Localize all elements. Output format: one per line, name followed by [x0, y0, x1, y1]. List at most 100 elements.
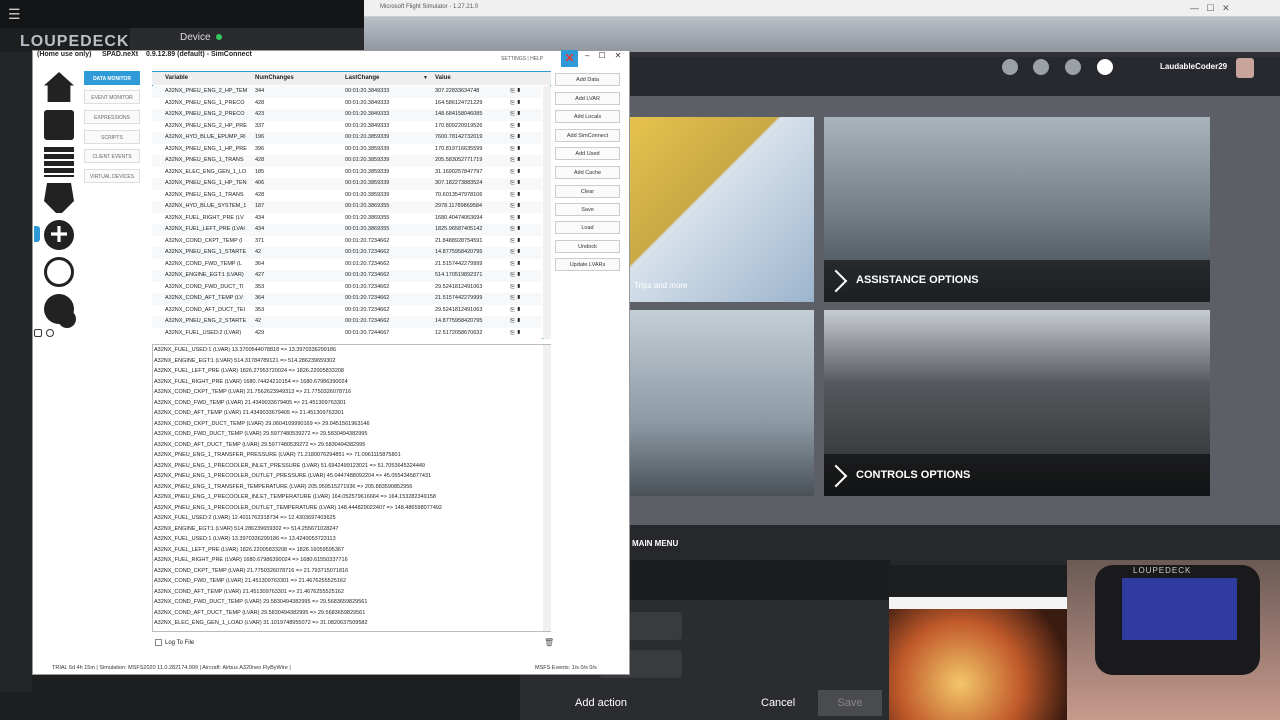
table-row[interactable]: A32NX_COND_AFT_TEMP (LV 364 00:01:20.72346…: [152, 293, 542, 305]
app-name: SPAD.neXt: [102, 51, 139, 58]
devices-icon[interactable]: [44, 147, 74, 177]
table-row[interactable]: A32NX_COND_FWD_TEMP (L 364 00:01:20.723466…: [152, 258, 542, 270]
add-data-button[interactable]: Add Data: [555, 73, 620, 86]
table-row[interactable]: A32NX_COND_CKPT_TEMP (I 371 00:01:20.72346…: [152, 235, 542, 247]
nav-virtual-devices[interactable]: VIRTUAL DEVICES: [84, 169, 140, 183]
copy-icon[interactable]: ⎘ ▮: [510, 272, 521, 279]
sync-small-icon[interactable]: [46, 329, 54, 337]
table-row[interactable]: A32NX_FUEL_LEFT_PRE (LVAI 434 00:01:20.386…: [152, 224, 542, 236]
copy-icon[interactable]: ⎘ ▮: [510, 330, 521, 337]
table-row[interactable]: A32NX_HYD_BLUE_SYSTEM_1 187 00:01:20.38693…: [152, 201, 542, 213]
save-button[interactable]: Save: [555, 203, 620, 216]
table-row[interactable]: A32NX_PNEU_ENG_2_STARTE 42 00:01:20.723466…: [152, 316, 542, 328]
copy-icon[interactable]: ⎘ ▮: [510, 238, 521, 245]
clear-button[interactable]: Clear: [555, 185, 620, 198]
grid-scrollbar[interactable]: [543, 86, 551, 339]
table-row[interactable]: A32NX_FUEL_USED:2 (LVAR) 429 00:01:20.7244…: [152, 327, 542, 339]
add-lvar-button[interactable]: Add LVAR: [555, 92, 620, 105]
table-row[interactable]: A32NX_COND_AFT_DUCT_TEI 353 00:01:20.72346…: [152, 304, 542, 316]
copy-icon[interactable]: ⎘ ▮: [510, 123, 521, 130]
aircraft-tile[interactable]: [630, 310, 814, 496]
log-line: A32NX_FUEL_USED:1 (LVAR) 13.397033629918…: [154, 536, 336, 542]
add-action-button[interactable]: Add action: [575, 697, 627, 709]
settings-help-link[interactable]: SETTINGS | HELP: [501, 56, 543, 62]
copy-icon[interactable]: ⎘ ▮: [510, 318, 521, 325]
window-controls-icon[interactable]: — ☐ ✕: [1190, 3, 1230, 14]
add-used-button[interactable]: Add Used: [555, 147, 620, 160]
col-numchanges[interactable]: NumChanges: [255, 75, 294, 81]
col-value[interactable]: Value: [435, 75, 451, 81]
save-button[interactable]: Save: [818, 690, 882, 716]
table-row[interactable]: A32NX_PNEU_ENG_1_PRECO 428 00:01:20.384933…: [152, 97, 542, 109]
copy-icon[interactable]: ⎘ ▮: [510, 169, 521, 176]
aircraft-panel-icon[interactable]: [44, 110, 74, 140]
copy-icon[interactable]: ⎘ ▮: [510, 100, 521, 107]
copy-icon[interactable]: ⎘ ▮: [510, 295, 521, 302]
table-cell: 187: [255, 203, 265, 209]
sort-desc-icon[interactable]: ▼: [423, 75, 428, 81]
add-locals-button[interactable]: Add Locals: [555, 110, 620, 123]
table-row[interactable]: A32NX_PNEU_ENG_1_STARTE 42 00:01:20.723466…: [152, 247, 542, 259]
table-row[interactable]: A32NX_HYD_BLUE_EPUMP_RI 196 00:01:20.38593…: [152, 132, 542, 144]
nav-data-monitor[interactable]: DATA MONITOR: [84, 71, 140, 85]
copy-icon[interactable]: ⎘ ▮: [510, 192, 521, 199]
nav-client-events[interactable]: CLIENT EVENTS: [84, 149, 140, 163]
msfs-titlebar: [364, 0, 1280, 17]
copy-icon[interactable]: ⎘ ▮: [510, 284, 521, 291]
log-to-file-checkbox[interactable]: [155, 639, 162, 646]
device-bar[interactable]: [130, 28, 370, 52]
copy-icon[interactable]: ⎘ ▮: [510, 249, 521, 256]
notification-icon[interactable]: [1097, 59, 1113, 75]
copy-icon[interactable]: ⎘ ▮: [510, 88, 521, 95]
copy-icon[interactable]: ⎘ ▮: [510, 180, 521, 187]
copy-icon[interactable]: ⎘ ▮: [510, 111, 521, 118]
friends-icon[interactable]: [1033, 59, 1049, 75]
table-row[interactable]: A32NX_ENGINE_EGT:1 (LVAR) 427 00:01:20.723…: [152, 270, 542, 282]
profile-icon[interactable]: [1065, 59, 1081, 75]
table-row[interactable]: A32NX_FUEL_RIGHT_PRE (LV 434 00:01:20.3869…: [152, 212, 542, 224]
cancel-button[interactable]: Cancel: [761, 697, 795, 709]
log-scrollbar[interactable]: [543, 345, 551, 631]
table-row[interactable]: A32NX_PNEU_ENG_2_PRECO 423 00:01:20.384933…: [152, 109, 542, 121]
window-controls-icon[interactable]: –☐✕: [585, 51, 630, 60]
achievements-icon[interactable]: [1002, 59, 1018, 75]
table-row[interactable]: A32NX_PNEU_ENG_2_HP_TEM 344 00:01:20.38493…: [152, 86, 542, 98]
copy-icon[interactable]: ⎘ ▮: [510, 226, 521, 233]
trash-icon[interactable]: 🗑: [544, 638, 554, 647]
undock-button[interactable]: Undock: [555, 240, 620, 253]
table-cell: A32NX_ENGINE_EGT:1 (LVAR): [165, 272, 244, 278]
col-lastchange[interactable]: LastChange: [345, 75, 379, 81]
nav-event-monitor[interactable]: EVENT MONITOR: [84, 90, 140, 104]
table-row[interactable]: A32NX_PNEU_ENG_1_HP_PRE 396 00:01:20.38593…: [152, 143, 542, 155]
table-row[interactable]: A32NX_COND_FWD_DUCT_TI 353 00:01:20.723466…: [152, 281, 542, 293]
close-red-icon[interactable]: ✕: [561, 50, 578, 67]
main-menu-label[interactable]: MAIN MENU: [632, 539, 678, 548]
add-simconnect-button[interactable]: Add SimConnect: [555, 129, 620, 142]
table-row[interactable]: A32NX_ELEC_ENG_GEN_1_LO 185 00:01:20.38593…: [152, 166, 542, 178]
save-small-icon[interactable]: [34, 329, 42, 337]
nav-expressions[interactable]: EXPRESSIONS: [84, 110, 140, 124]
table-row[interactable]: A32NX_PNEU_ENG_2_HP_PRE 337 00:01:20.38493…: [152, 120, 542, 132]
nav-scripts[interactable]: SCRIPTS: [84, 130, 140, 144]
menu-icon[interactable]: ☰: [8, 6, 21, 23]
add-cache-button[interactable]: Add Cache: [555, 166, 620, 179]
copy-icon[interactable]: ⎘ ▮: [510, 146, 521, 153]
copy-icon[interactable]: ⎘ ▮: [510, 307, 521, 314]
load-button[interactable]: Load: [555, 221, 620, 234]
table-row[interactable]: A32NX_PNEU_ENG_1_TRANS 428 00:01:20.385933…: [152, 189, 542, 201]
copy-icon[interactable]: ⎘ ▮: [510, 261, 521, 268]
table-row[interactable]: A32NX_PNEU_ENG_1_TRANS 428 00:01:20.385933…: [152, 155, 542, 167]
copy-icon[interactable]: ⎘ ▮: [510, 203, 521, 210]
table-row[interactable]: A32NX_PNEU_ENG_1_HP_TEN 406 00:01:20.38593…: [152, 178, 542, 190]
copy-icon[interactable]: ⎘ ▮: [510, 157, 521, 164]
update-lvars-button[interactable]: Update LVARs: [555, 258, 620, 271]
table-cell: A32NX_COND_FWD_DUCT_TI: [165, 283, 244, 290]
copy-icon[interactable]: ⎘ ▮: [510, 134, 521, 141]
trips-tile[interactable]: [630, 117, 814, 302]
copy-icon[interactable]: ⎘ ▮: [510, 215, 521, 222]
gear-icon[interactable]: [44, 294, 74, 324]
globe-icon[interactable]: [44, 257, 74, 287]
log-line: A32NX_FUEL_RIGHT_PRE (LVAR) 1680.6798639…: [154, 557, 348, 563]
avatar[interactable]: [1236, 58, 1254, 78]
col-variable[interactable]: Variable: [165, 75, 188, 81]
